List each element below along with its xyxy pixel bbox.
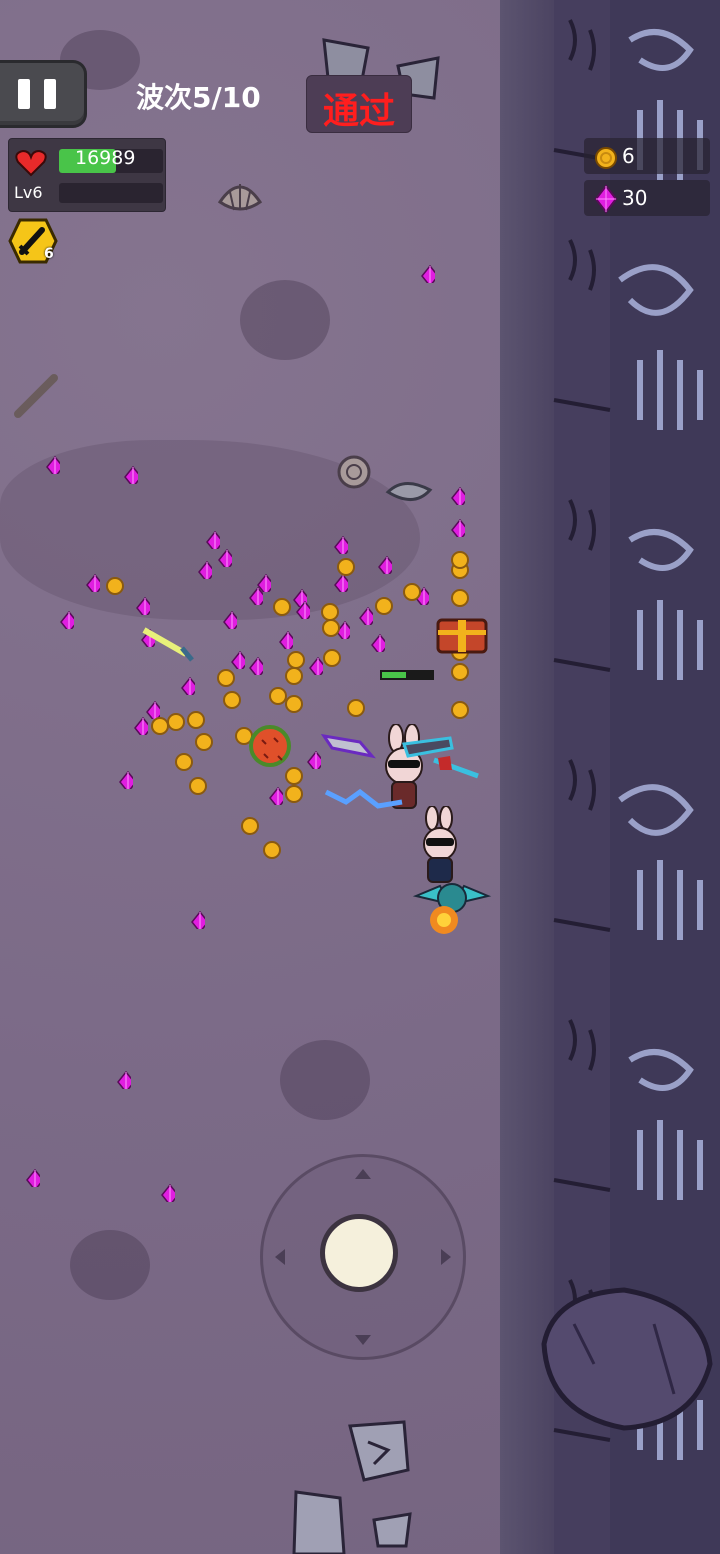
coin-pickup [375,597,393,615]
seashell-debris [217,184,263,211]
coin-pickup [322,619,340,637]
gem-pickup [249,657,263,675]
gem-pickup [451,487,465,505]
gem-pickup [307,751,321,769]
weapon-count: 6 [44,246,54,262]
coin-pickup [223,691,241,709]
gem-pickup [296,601,310,619]
gem-pickup [309,657,323,675]
gem-counter: 30 [584,180,710,216]
wave-counter: 波次5/10 [136,81,261,114]
gem-pickup [371,634,385,652]
gem-pickup [119,771,133,789]
floor-crater [280,1040,370,1120]
coin-pickup [263,841,281,859]
weapon-badge[interactable]: 6 [8,218,58,264]
gem-pickup [334,536,348,554]
coin-pickup [323,649,341,667]
lightning-sword-weapon [324,788,403,809]
rune-stone [348,1420,410,1482]
gem-icon [594,184,618,214]
gem-pickup [124,466,138,484]
player-stats-card: 16989 Lv6 [8,138,166,212]
enemy-hp-fill [382,672,406,678]
coin-pickup [451,701,469,719]
gem-pickup [451,519,465,537]
coin-pickup [403,583,421,601]
coin-pickup [217,669,235,687]
floor-crater [70,1230,150,1300]
pause-button[interactable] [0,60,87,128]
gem-pickup [60,611,74,629]
gem-pickup [421,265,435,283]
coin-pickup [451,551,469,569]
rune-stone [292,1490,346,1554]
dragon-pet [412,883,492,934]
coin-pickup [106,577,124,595]
dragonfruit-pickup [249,725,291,767]
boulder [541,1287,713,1431]
coin-pickup [167,713,185,731]
heart-icon [15,149,47,177]
gem-pickup [134,717,148,735]
gem-pickup [206,531,220,549]
gem-pickup [46,456,60,474]
enemy-hp-bar [380,670,434,680]
cleaver-weapon [320,733,376,759]
gem-pickup [86,574,100,592]
glowing-sword-weapon [142,627,194,662]
snail-debris [337,455,371,489]
coin-pickup [175,753,193,771]
stick-debris [14,374,58,418]
coin-pickup [285,695,303,713]
gem-pickup [334,574,348,592]
coin-pickup [189,777,207,795]
coin-icon [595,147,617,169]
axe-weapon [433,756,479,779]
gem-pickup [231,651,245,669]
pass-button-label: 通过 [322,91,395,132]
xp-bar [59,183,163,203]
gem-pickup [223,611,237,629]
coin-counter: 6 [584,138,710,174]
floor-crater [240,280,330,360]
gem-pickup [117,1071,131,1089]
gem-pickup [161,1184,175,1202]
bone-debris [385,482,433,501]
coin-pickup [451,589,469,607]
gem-pickup [198,561,212,579]
coin-pickup [285,667,303,685]
hp-value: 16989 [75,147,136,169]
gem-pickup [191,911,205,929]
gem-pickup [181,677,195,695]
gem-count: 30 [622,186,648,210]
gem-pickup [269,787,283,805]
gem-pickup [359,607,373,625]
gem-pickup [218,549,232,567]
pause-icon [18,79,30,109]
level-label: Lv6 [14,183,43,202]
coin-pickup [337,558,355,576]
coin-pickup [187,711,205,729]
coin-pickup [241,817,259,835]
coin-pickup [285,767,303,785]
pause-icon-bar [44,79,56,109]
coin-count: 6 [622,144,635,168]
coin-pickup [285,785,303,803]
gem-pickup [26,1169,40,1187]
rune-stone [372,1512,412,1548]
coin-pickup [347,699,365,717]
gem-pickup [249,587,263,605]
pass-button[interactable]: 通过 [306,75,412,133]
treasure-chest [436,618,488,654]
joystick-knob[interactable] [320,1214,398,1292]
coin-pickup [273,598,291,616]
gem-pickup [378,556,392,574]
gem-pickup [136,597,150,615]
gem-pickup [279,631,293,649]
coin-pickup [195,733,213,751]
coin-pickup [451,663,469,681]
